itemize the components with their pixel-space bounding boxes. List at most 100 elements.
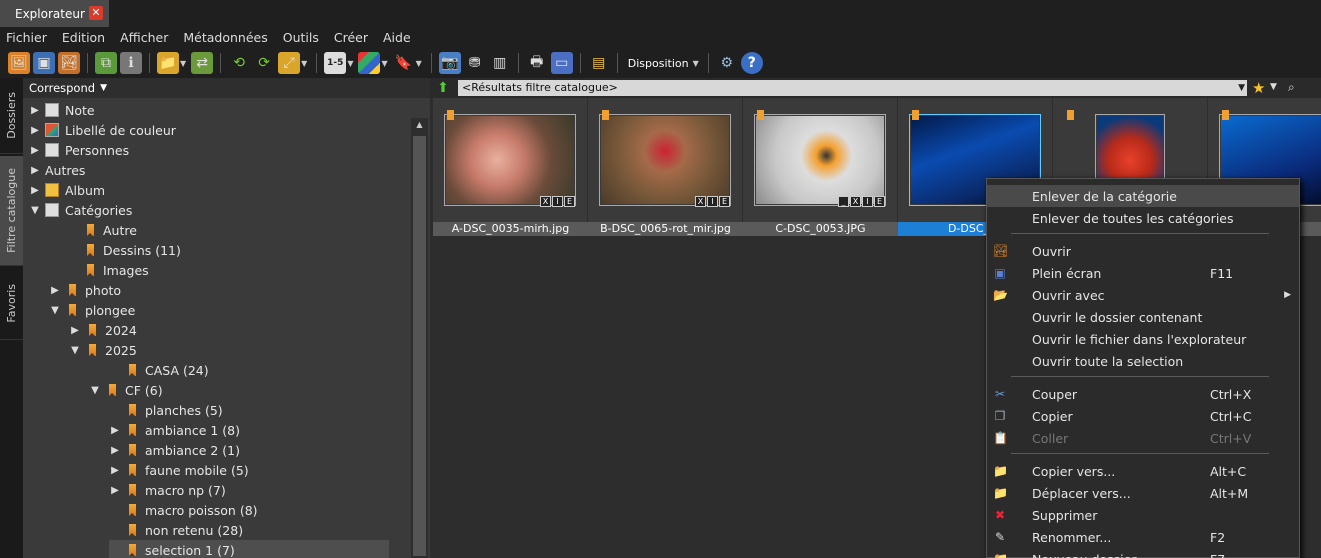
menu-6[interactable]: Aide [383, 30, 411, 45]
context-item[interactable]: 📁 Nouveau dossier F7 [987, 548, 1299, 558]
chevron-down-icon[interactable]: ▼ [693, 59, 699, 68]
tree-item[interactable]: Images [67, 260, 149, 280]
scanner-icon[interactable]: ▭ [550, 52, 573, 74]
expand-arrow-icon[interactable]: ▶ [69, 325, 81, 336]
gear-icon[interactable]: ⚙ [716, 52, 738, 74]
context-item[interactable]: 📁 Déplacer vers... Alt+M [987, 482, 1299, 504]
print-icon[interactable]: 🖶 [526, 52, 548, 74]
scrollbar[interactable]: ▲ [411, 118, 428, 558]
context-item[interactable]: Enlever de la catégorie [987, 185, 1299, 207]
tree-item[interactable]: ▶ ambiance 1 (8) [109, 420, 240, 440]
panel-header[interactable]: Correspond ▼ [23, 78, 430, 98]
context-item[interactable]: 📂 Ouvrir avec ▶ [987, 284, 1299, 306]
context-item[interactable]: 📁 Copier vers... Alt+C [987, 460, 1299, 482]
context-item[interactable]: Ouvrir le dossier contenant [987, 306, 1299, 328]
chevron-down-icon[interactable]: ▼ [347, 59, 353, 68]
tab-favoris[interactable]: Favoris [0, 268, 23, 340]
tree-item[interactable]: ▶ faune mobile (5) [109, 460, 249, 480]
bookmark-icon[interactable]: 🔖 [393, 52, 415, 74]
context-item[interactable]: 🏞 Ouvrir [987, 240, 1299, 262]
menu-3[interactable]: Métadonnées [183, 30, 267, 45]
scrollbar-thumb[interactable] [413, 136, 426, 556]
view-icon[interactable]: 🏞 [58, 52, 80, 74]
context-item[interactable]: Enlever de toutes les catégories [987, 207, 1299, 229]
chevron-down-icon[interactable]: ▼ [416, 59, 422, 68]
tree-item[interactable]: ▶ Note [29, 100, 94, 120]
tree-item[interactable]: ▼ plongee [49, 300, 135, 320]
color-label-icon[interactable] [358, 52, 381, 74]
menu-4[interactable]: Outils [283, 30, 319, 45]
rotate-left-icon[interactable]: ⟲ [228, 52, 250, 74]
thumbnail-cell[interactable]: X I E A-DSC_0035-mirh.jpg [433, 98, 588, 236]
tree-item[interactable]: ▼ 2025 [69, 340, 137, 360]
tree-item[interactable]: non retenu (28) [109, 520, 243, 540]
tree-item[interactable]: ▶ macro np (7) [109, 480, 226, 500]
fullscreen-icon[interactable]: ▣ [33, 52, 55, 74]
tree-item[interactable]: ▶ Album [29, 180, 105, 200]
context-item[interactable]: Ouvrir toute la selection [987, 350, 1299, 372]
tree-item[interactable]: ▶ Autres [29, 160, 85, 180]
tab-explorateur[interactable]: Explorateur ✕ [0, 0, 109, 27]
expand-arrow-icon[interactable]: ▼ [49, 305, 61, 316]
rotate-right-icon[interactable]: ⟳ [253, 52, 275, 74]
scroll-up-icon[interactable]: ▲ [413, 120, 426, 132]
expand-arrow-icon[interactable]: ▶ [109, 485, 121, 496]
expand-arrow-icon[interactable]: ▶ [29, 145, 41, 156]
expand-arrow-icon[interactable]: ▶ [109, 465, 121, 476]
tree-item[interactable]: ▶ Libellé de couleur [29, 120, 176, 140]
thumbnail-cell[interactable]: X I E B-DSC_0065-rot_mir.jpg [588, 98, 743, 236]
context-item[interactable]: ✎ Renommer... F2 [987, 526, 1299, 548]
path-field[interactable]: <Résultats filtre catalogue> ▼ [458, 80, 1247, 96]
context-item[interactable]: ▣ Plein écran F11 [987, 262, 1299, 284]
tree-item[interactable]: selection 1 (7) [109, 540, 389, 558]
expand-arrow-icon[interactable]: ▼ [89, 385, 101, 396]
star-filter-icon[interactable]: ★ [1252, 79, 1265, 97]
disposition-menu[interactable]: Disposition [628, 57, 689, 70]
search-icon[interactable]: ⌕ [1288, 80, 1295, 95]
menu-0[interactable]: Fichier [6, 30, 47, 45]
browse-icon[interactable]: 🖼 [8, 52, 30, 74]
folder-icon[interactable]: 📁 [157, 52, 179, 74]
context-item[interactable]: ❐ Copier Ctrl+C [987, 405, 1299, 427]
expand-arrow-icon[interactable]: ▶ [29, 125, 41, 136]
binoculars-icon[interactable]: ⛃ [464, 52, 486, 74]
context-item[interactable]: ✂ Couper Ctrl+X [987, 383, 1299, 405]
expand-arrow-icon[interactable]: ▶ [49, 285, 61, 296]
export-icon[interactable]: ⇄ [191, 52, 214, 74]
expand-arrow-icon[interactable]: ▶ [29, 185, 41, 196]
tree-item[interactable]: ▶ Personnes [29, 140, 129, 160]
tree-item[interactable]: ▶ 2024 [69, 320, 137, 340]
info-icon[interactable]: ℹ [120, 52, 142, 74]
chevron-down-icon[interactable]: ▼ [301, 59, 307, 68]
tree-item[interactable]: ▶ ambiance 2 (1) [109, 440, 240, 460]
tree-item[interactable]: Autre [67, 220, 137, 240]
close-icon[interactable]: ✕ [89, 6, 103, 20]
context-item[interactable]: Ouvrir le fichier dans l'explorateur [987, 328, 1299, 350]
slideshow-icon[interactable]: ⧉ [95, 52, 117, 74]
chevron-down-icon[interactable]: ▼ [100, 83, 107, 93]
tree-item[interactable]: Dessins (11) [67, 240, 181, 260]
tree-item[interactable]: macro poisson (8) [109, 500, 258, 520]
thumbnail-cell[interactable]: _ X I E C-DSC_0053.JPG [743, 98, 898, 236]
tab-dossiers[interactable]: Dossiers [0, 78, 23, 154]
tree-item[interactable]: ▼ Catégories [29, 200, 132, 220]
tree-item[interactable]: ▶ photo [49, 280, 121, 300]
tab-filtre-catalogue[interactable]: Filtre catalogue [0, 156, 23, 266]
camera-icon[interactable]: 📷 [438, 52, 461, 74]
menu-2[interactable]: Afficher [120, 30, 168, 45]
tree-item[interactable]: ▼ CF (6) [89, 380, 162, 400]
expand-arrow-icon[interactable]: ▶ [29, 165, 41, 176]
expand-arrow-icon[interactable]: ▼ [29, 205, 41, 216]
expand-arrow-icon[interactable]: ▶ [109, 445, 121, 456]
tree-item[interactable]: planches (5) [109, 400, 223, 420]
chevron-down-icon[interactable]: ▼ [180, 59, 186, 68]
menu-1[interactable]: Edition [62, 30, 105, 45]
transform-icon[interactable]: ⤢ [278, 52, 301, 74]
menu-5[interactable]: Créer [334, 30, 368, 45]
chevron-down-icon[interactable]: ▼ [1270, 82, 1277, 92]
layout-icon[interactable]: ▤ [588, 52, 610, 74]
chevron-down-icon[interactable]: ▼ [381, 59, 387, 68]
expand-arrow-icon[interactable]: ▼ [69, 345, 81, 356]
expand-arrow-icon[interactable]: ▶ [29, 105, 41, 116]
up-folder-icon[interactable]: ⬆ [434, 80, 452, 96]
